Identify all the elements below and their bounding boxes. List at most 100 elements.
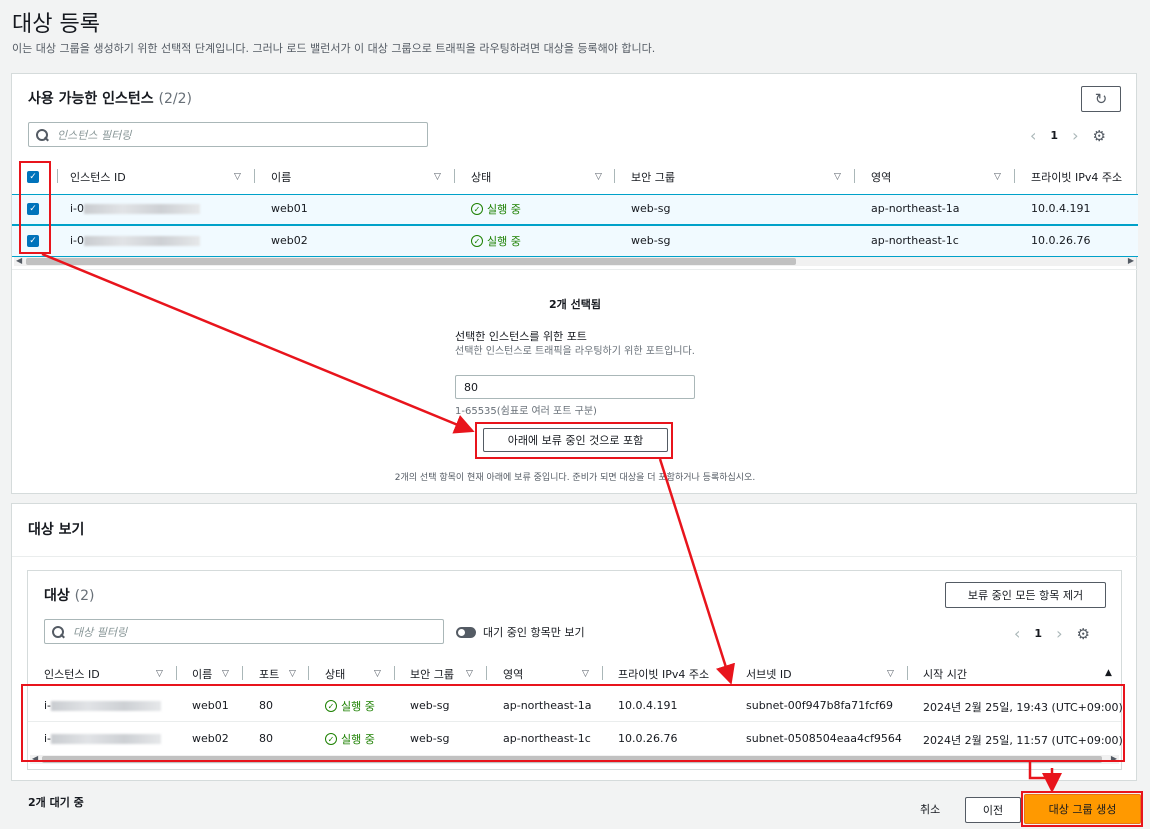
refresh-button[interactable]: ↻: [1081, 86, 1121, 112]
column-header-instance-id[interactable]: 인스턴스 ID: [44, 666, 100, 682]
sort-down-icon[interactable]: ▽: [234, 172, 241, 182]
target-name-cell: web02: [192, 732, 229, 745]
sort-down-icon[interactable]: ▽: [582, 669, 589, 679]
column-divider: [308, 666, 309, 680]
search-icon: [51, 625, 65, 639]
scrollbar-thumb[interactable]: [26, 258, 796, 265]
redacted-id: [84, 236, 201, 246]
redacted-id: [51, 734, 162, 744]
check-circle-icon: ✓: [325, 700, 337, 712]
sort-down-icon[interactable]: ▽: [834, 172, 841, 182]
targets-title: 대상 (2): [44, 585, 94, 605]
column-header-state[interactable]: 상태: [471, 169, 491, 185]
sort-down-icon[interactable]: ▽: [374, 669, 381, 679]
target-search-input[interactable]: 대상 필터링: [44, 619, 444, 644]
chevron-right-icon[interactable]: ›: [1056, 624, 1062, 643]
column-header-state[interactable]: 상태: [325, 666, 345, 682]
gear-icon[interactable]: ⚙: [1092, 127, 1105, 145]
row-checkbox[interactable]: ✓: [27, 235, 39, 247]
sort-down-icon[interactable]: ▽: [595, 172, 602, 182]
scroll-right-icon[interactable]: ▶: [1128, 256, 1134, 265]
pending-footnote: 2개의 선택 항목이 현재 아래에 보류 중입니다. 준비가 되면 대상을 더 …: [394, 473, 756, 483]
sort-down-icon[interactable]: ▽: [887, 669, 894, 679]
redacted-id: [51, 701, 162, 711]
port-hint: 1-65535(쉼표로 여러 포트 구분): [455, 406, 597, 417]
column-divider: [454, 169, 455, 183]
column-divider: [57, 169, 58, 183]
sort-down-icon[interactable]: ▽: [994, 172, 1001, 182]
targets-container: 대상 (2) 보류 중인 모든 항목 제거 대상 필터링 대기 중인 항목만 보…: [27, 570, 1123, 770]
target-port-cell: 80: [259, 699, 273, 712]
page-title: 대상 등록: [12, 12, 100, 37]
column-header-zone[interactable]: 영역: [871, 169, 891, 185]
scrollbar-thumb[interactable]: [42, 756, 1102, 763]
redacted-id: [84, 204, 201, 214]
instance-id-text: i-0: [70, 234, 85, 247]
page-number[interactable]: 1: [1050, 129, 1058, 142]
refresh-icon: ↻: [1094, 90, 1108, 108]
create-target-group-button[interactable]: 대상 그룹 생성: [1024, 794, 1141, 824]
instance-search-input[interactable]: 인스턴스 필터링: [28, 122, 428, 147]
instance-state: ✓ 실행 중: [471, 233, 521, 249]
column-header-name[interactable]: 이름: [271, 169, 291, 185]
select-all-checkbox[interactable]: ✓: [27, 171, 39, 183]
zone-cell: ap-northeast-1a: [871, 202, 960, 215]
scroll-left-icon[interactable]: ◀: [32, 754, 38, 763]
scroll-right-icon[interactable]: ▶: [1111, 754, 1117, 763]
column-header-instance-id[interactable]: 인스턴스 ID: [70, 169, 126, 185]
sort-down-icon[interactable]: ▽: [156, 669, 163, 679]
column-header-security-group[interactable]: 보안 그룹: [631, 169, 675, 185]
cancel-button[interactable]: 취소: [920, 801, 940, 817]
start-time-cell: 2024년 2월 25일, 19:43 (UTC+09:00): [923, 701, 1123, 714]
column-divider: [1014, 169, 1015, 183]
check-circle-icon: ✓: [471, 203, 483, 215]
check-circle-icon: ✓: [471, 235, 483, 247]
security-group-cell: web-sg: [631, 234, 671, 247]
instance-id-cell: i-0: [70, 202, 201, 215]
remove-all-pending-button[interactable]: 보류 중인 모든 항목 제거: [945, 582, 1106, 608]
column-header-port[interactable]: 포트: [259, 666, 279, 682]
state-text: 실행 중: [487, 203, 521, 216]
column-header-private-ip[interactable]: 프라이빗 IPv4 주소: [618, 666, 709, 682]
start-time-cell: 2024년 2월 25일, 11:57 (UTC+09:00): [923, 734, 1123, 747]
previous-button[interactable]: 이전: [965, 797, 1021, 823]
zone-cell: ap-northeast-1c: [871, 234, 959, 247]
chevron-left-icon[interactable]: ‹: [1030, 126, 1036, 145]
available-title-text: 사용 가능한 인스턴스: [28, 91, 154, 107]
sort-down-icon[interactable]: ▽: [289, 669, 296, 679]
column-header-subnet-id[interactable]: 서브넷 ID: [746, 666, 792, 682]
sort-up-icon[interactable]: ▲: [1105, 668, 1112, 678]
column-header-name[interactable]: 이름: [192, 666, 212, 682]
sort-down-icon[interactable]: ▽: [434, 172, 441, 182]
page-number[interactable]: 1: [1034, 627, 1042, 640]
chevron-left-icon[interactable]: ‹: [1014, 624, 1020, 643]
state-text: 실행 중: [341, 733, 375, 746]
horizontal-scrollbar[interactable]: ◀ ▶: [30, 754, 1119, 764]
page-description: 이는 대상 그룹을 생성하기 위한 선택적 단계입니다. 그러나 로드 밸런서가…: [12, 42, 656, 55]
column-divider: [907, 666, 908, 680]
port-input[interactable]: 80: [455, 375, 695, 399]
column-divider: [394, 666, 395, 680]
column-header-security-group[interactable]: 보안 그룹: [410, 666, 454, 682]
zone-cell: ap-northeast-1a: [503, 699, 592, 712]
instance-search-placeholder: 인스턴스 필터링: [57, 128, 132, 142]
sort-down-icon[interactable]: ▽: [222, 669, 229, 679]
available-instances-panel: 사용 가능한 인스턴스 (2/2) ↻ 인스턴스 필터링 ‹ 1 › ⚙ ✓ 인…: [11, 73, 1138, 494]
subnet-id-cell: subnet-00f947b8fa71fcf69: [746, 699, 893, 712]
chevron-right-icon[interactable]: ›: [1072, 126, 1078, 145]
horizontal-scrollbar[interactable]: ◀ ▶: [14, 256, 1136, 266]
column-header-zone[interactable]: 영역: [503, 666, 523, 682]
pending-only-toggle[interactable]: [456, 627, 476, 638]
include-as-pending-button[interactable]: 아래에 보류 중인 것으로 포함: [483, 428, 668, 452]
row-checkbox[interactable]: ✓: [27, 203, 39, 215]
column-header-private-ip[interactable]: 프라이빗 IPv4 주소: [1031, 169, 1122, 185]
scroll-left-icon[interactable]: ◀: [16, 256, 22, 265]
gear-icon[interactable]: ⚙: [1076, 625, 1089, 643]
pending-only-label: 대기 중인 항목만 보기: [483, 626, 585, 639]
column-divider: [854, 169, 855, 183]
column-divider: [602, 666, 603, 680]
column-header-start-time[interactable]: 시작 시간: [923, 666, 967, 682]
sort-down-icon[interactable]: ▽: [466, 669, 473, 679]
divider: [12, 556, 1138, 557]
zone-cell: ap-northeast-1c: [503, 732, 591, 745]
